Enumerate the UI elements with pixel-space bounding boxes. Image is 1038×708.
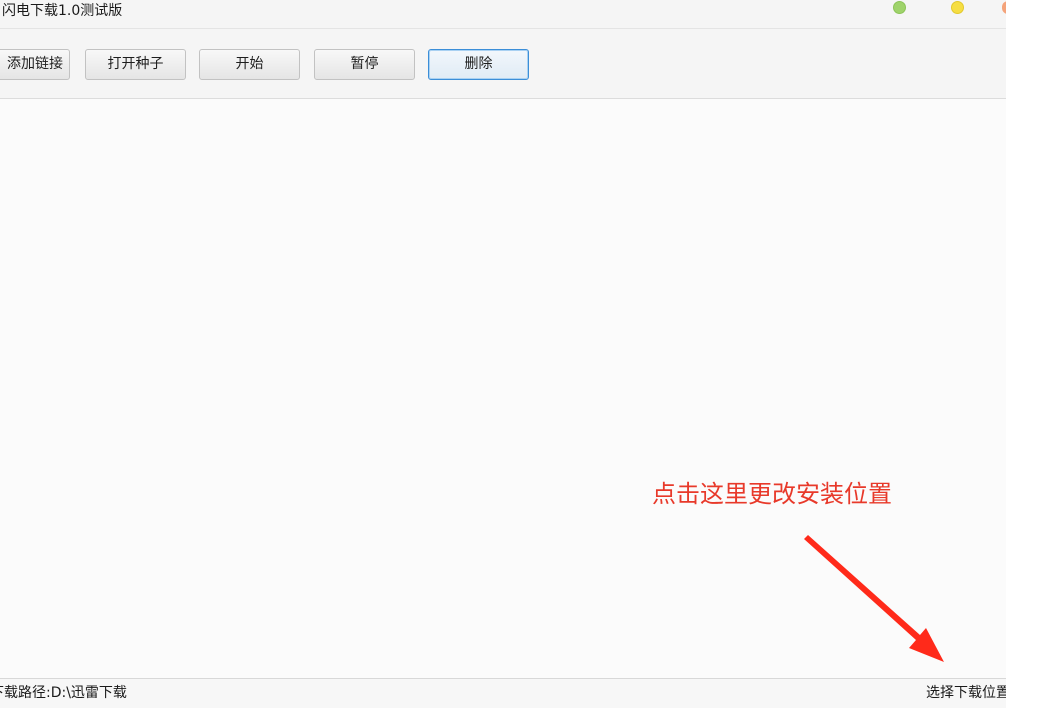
- maximize-dot-icon[interactable]: [893, 1, 906, 14]
- add-link-button[interactable]: 添加链接: [0, 49, 70, 80]
- delete-button[interactable]: 删除: [428, 49, 529, 80]
- annotation-text: 点击这里更改安装位置: [652, 480, 892, 508]
- toolbar: 添加链接 打开种子 开始 暂停 删除: [0, 29, 1006, 99]
- close-dot-icon[interactable]: [1002, 1, 1006, 14]
- title-bar: 闪电下载1.0测试版: [0, 0, 1006, 29]
- red-arrow-icon: [804, 535, 944, 662]
- choose-download-location-link[interactable]: 选择下载位置: [926, 684, 1006, 702]
- start-button[interactable]: 开始: [199, 49, 300, 80]
- window-title: 闪电下载1.0测试版: [2, 3, 123, 19]
- status-bar: 下载路径:D:\迅雷下载 选择下载位置: [0, 678, 1006, 708]
- download-path-label: 下载路径:D:\迅雷下载: [0, 685, 127, 701]
- open-torrent-button[interactable]: 打开种子: [85, 49, 186, 80]
- minimize-dot-icon[interactable]: [951, 1, 964, 14]
- pause-button[interactable]: 暂停: [314, 49, 415, 80]
